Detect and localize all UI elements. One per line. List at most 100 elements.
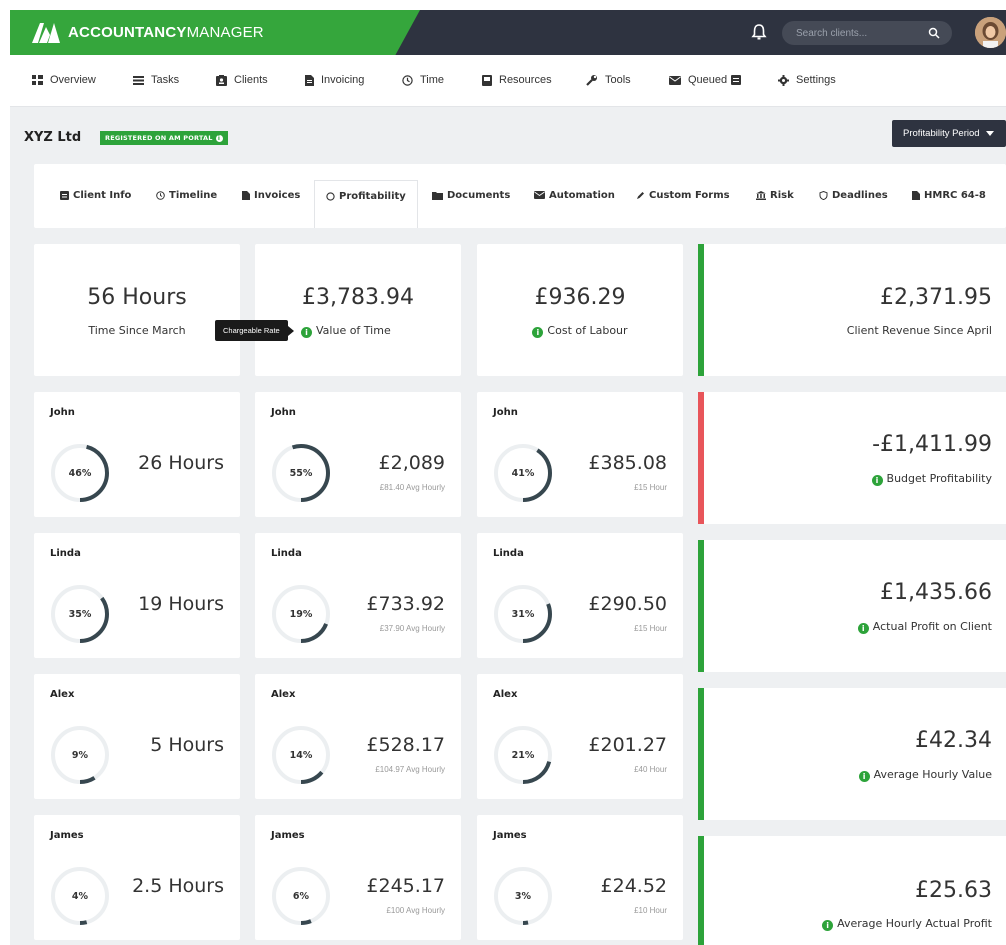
summary-card: £1,435.66 i Actual Profit on Client [698,540,1006,672]
shield-icon [819,191,828,200]
invoicing-icon [305,74,314,86]
tab-hmrc-label: HMRC 64-8 [924,190,986,201]
nav-tasks[interactable]: Tasks [133,74,179,86]
chevron-down-icon [985,131,994,136]
nav-invoicing[interactable]: Invoicing [305,74,364,86]
tab-timeline-label: Timeline [169,190,218,201]
person-cost-value: £290.50 [588,593,667,615]
tab-risk-label: Risk [770,190,794,201]
person-cost-card: Alex 21% £201.27 £40 Hour [477,674,683,799]
summary-status-bar [698,836,704,945]
summary-label-row: i Average Hourly Value [858,768,992,782]
tasks-icon [133,75,144,85]
person-name: Linda [271,548,302,559]
brand-logo-area[interactable]: ACCOUNTANCYMANAGER [10,10,420,55]
nav-time[interactable]: Time [402,74,444,86]
cost-of-labour-card: £936.29 i Cost of Labour [477,244,683,376]
person-hours-value: 2.5 Hours [132,875,224,897]
info-icon[interactable]: i [822,920,834,931]
summary-label: Average Hourly Actual Profit [837,917,992,930]
nav-overview[interactable]: Overview [32,74,96,86]
client-tabs: Client Info Timeline Invoices Profitabil… [34,164,1006,228]
tab-hmrc[interactable]: HMRC 64-8 [912,184,986,228]
brand-name: ACCOUNTANCYMANAGER [68,24,264,41]
person-name: Alex [493,689,518,700]
summary-label-row: Client Revenue Since April [847,324,992,337]
person-cost-card: John 41% £385.08 £15 Hour [477,392,683,517]
tab-automation[interactable]: Automation [534,184,615,228]
summary-card: -£1,411.99 i Budget Profitability [698,392,1006,524]
nav-clients[interactable]: Clients [216,74,268,86]
progress-percent: 35% [68,608,92,620]
clock-icon [402,74,413,86]
person-name: James [50,830,84,841]
person-rate: £104.97 Avg Hourly [375,765,445,774]
nav-resources[interactable]: Resources [482,74,552,86]
tab-deadlines[interactable]: Deadlines [819,184,888,228]
summary-label-row: i Average Hourly Actual Profit [822,917,992,931]
value-of-time-label: Value of Time [316,324,391,337]
progress-percent: 41% [511,467,535,479]
summary-card: £42.34 i Average Hourly Value [698,688,1006,820]
nav-queued[interactable]: Queued [669,74,742,86]
time-since-value: 56 Hours [87,285,187,310]
summary-card: £2,371.95 Client Revenue Since April [698,244,1006,376]
tab-deadlines-label: Deadlines [832,190,888,201]
person-rate: £100 Avg Hourly [386,906,445,915]
time-since-card: 56 Hours Time Since March [34,244,240,376]
clock-icon [156,191,165,200]
clients-icon [216,74,227,86]
nav-settings[interactable]: Settings [778,74,836,86]
person-value-card: Alex 14% £528.17 £104.97 Avg Hourly [255,674,461,799]
progress-percent: 55% [289,467,313,479]
nav-tools-label: Tools [605,74,631,86]
tab-invoices[interactable]: Invoices [242,184,300,228]
person-cost-value: £201.27 [588,734,667,756]
tab-client-info[interactable]: Client Info [60,184,131,228]
chargeable-rate-tooltip: Chargeable Rate [215,320,294,341]
tab-profitability-label: Profitability [339,191,406,202]
gear-icon [778,74,789,86]
mail-icon [669,75,681,85]
summary-value: £42.34 [915,728,992,753]
person-name: Alex [271,689,296,700]
nav-time-label: Time [420,74,445,86]
search-box[interactable] [782,21,952,45]
nav-tools[interactable]: Tools [586,74,631,86]
person-name: Alex [50,689,75,700]
tab-profitability[interactable]: Profitability [314,180,418,228]
tab-documents[interactable]: Documents [432,184,510,228]
person-hours-card: James 4% 2.5 Hours [34,815,240,940]
bell-icon[interactable] [750,23,768,41]
person-name: John [271,407,296,418]
profitability-period-button[interactable]: Profitability Period [892,120,1006,147]
info-icon[interactable]: i [301,327,312,338]
summary-label: Budget Profitability [886,472,992,485]
person-cost-value: £24.52 [600,875,667,897]
person-value-value: £245.17 [366,875,445,897]
tab-custom-forms[interactable]: Custom Forms [636,184,730,228]
user-avatar[interactable] [975,17,1006,48]
nav-tasks-label: Tasks [151,74,180,86]
tab-risk[interactable]: Risk [756,184,794,228]
info-icon[interactable]: i [857,623,869,634]
info-icon[interactable]: i [858,771,870,782]
resources-icon [482,74,492,86]
progress-percent: 14% [289,749,313,761]
search-icon[interactable] [928,27,940,39]
person-hours-card: Alex 9% 5 Hours [34,674,240,799]
summary-value: -£1,411.99 [872,432,992,457]
progress-percent: 6% [292,890,310,902]
tab-timeline[interactable]: Timeline [156,184,217,228]
search-input[interactable] [796,27,916,39]
progress-percent: 4% [71,890,89,902]
pencil-icon [637,192,644,199]
client-name: XYZ Ltd [24,130,82,145]
progress-percent: 21% [511,749,535,761]
nav-overview-label: Overview [50,74,96,86]
person-value-value: £528.17 [366,734,445,756]
tab-documents-label: Documents [447,190,511,201]
value-of-time-value: £3,783.94 [302,285,414,310]
info-icon[interactable]: i [532,327,544,338]
info-icon[interactable]: i [871,475,883,486]
